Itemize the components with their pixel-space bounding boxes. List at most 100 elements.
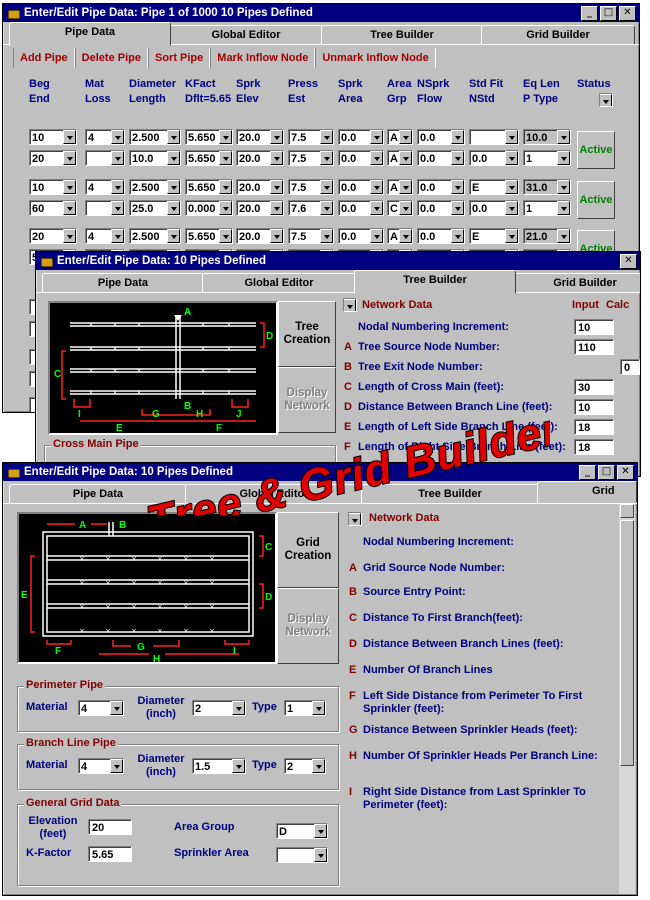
pipe-cell-select[interactable]: 20.0: [236, 200, 284, 216]
pipe-cell-select[interactable]: 7.5: [288, 150, 334, 166]
sprinkler-area-select[interactable]: [276, 847, 328, 863]
pipe-cell-select[interactable]: [85, 200, 125, 216]
perimeter-material-select[interactable]: 4: [78, 700, 124, 716]
status-active-button[interactable]: Active: [577, 131, 615, 169]
pipe-cell-select[interactable]: 5.650: [185, 228, 233, 244]
pipe-cell-select[interactable]: 0.000: [185, 200, 233, 216]
tab-global-editor[interactable]: Global Editor: [169, 25, 323, 45]
grid-creation-button[interactable]: Grid Creation: [277, 512, 339, 588]
branch-material-select[interactable]: 4: [78, 758, 124, 774]
pipe-cell-select[interactable]: 10.0: [523, 129, 571, 145]
pipe-cell-select[interactable]: A: [387, 150, 413, 166]
pipe-cell-select[interactable]: 2.500: [129, 179, 181, 195]
display-network-button[interactable]: Display Network: [278, 367, 336, 433]
vertical-scrollbar[interactable]: [619, 504, 635, 894]
display-network-button[interactable]: Display Network: [277, 588, 339, 664]
mark-inflow-node-button[interactable]: Mark Inflow Node: [210, 48, 316, 68]
pipe-cell-select[interactable]: 4: [85, 129, 125, 145]
title-bar[interactable]: Enter/Edit Pipe Data: 10 Pipes Defined ✕: [36, 252, 640, 270]
field-input[interactable]: 0: [620, 359, 640, 375]
pipe-cell-select[interactable]: 0.0: [338, 129, 384, 145]
pipe-cell-select[interactable]: C: [387, 200, 413, 216]
pipe-cell-select[interactable]: 7.5: [288, 179, 334, 195]
pipe-cell-select[interactable]: 7.6: [288, 200, 334, 216]
pipe-cell-select[interactable]: 20.0: [236, 129, 284, 145]
pipe-cell-select[interactable]: 0.0: [338, 200, 384, 216]
pipe-cell-select[interactable]: 5.650: [185, 150, 233, 166]
pipe-cell-select[interactable]: 2.500: [129, 228, 181, 244]
pipe-cell-select[interactable]: A: [387, 179, 413, 195]
minimize-button[interactable]: _: [579, 465, 596, 480]
field-input[interactable]: 30: [574, 379, 614, 395]
area-group-select[interactable]: D: [276, 823, 328, 839]
pipe-cell-select[interactable]: 10: [29, 129, 77, 145]
kfactor-input[interactable]: 5.65: [88, 846, 132, 862]
pipe-cell-select[interactable]: 0.0: [417, 179, 465, 195]
pipe-cell-select[interactable]: 25.0: [129, 200, 181, 216]
field-input[interactable]: 10: [574, 319, 614, 335]
title-bar[interactable]: Enter/Edit Pipe Data: Pipe 1 of 1000 10 …: [3, 4, 639, 22]
pipe-cell-select[interactable]: A: [387, 228, 413, 244]
pipe-cell-select[interactable]: 20.0: [236, 228, 284, 244]
pipe-cell-select[interactable]: 0.0: [338, 179, 384, 195]
pipe-cell-select[interactable]: 0.0: [417, 228, 465, 244]
scroll-thumb[interactable]: [620, 520, 634, 766]
pipe-cell-select[interactable]: 60: [29, 200, 77, 216]
pipe-cell-select[interactable]: 10.0: [129, 150, 181, 166]
pipe-cell-select[interactable]: 5.650: [185, 179, 233, 195]
pipe-cell-select[interactable]: 0.0: [417, 129, 465, 145]
delete-pipe-button[interactable]: Delete Pipe: [74, 48, 148, 68]
pipe-cell-select[interactable]: 5.650: [185, 129, 233, 145]
network-data-dropdown[interactable]: [343, 298, 357, 312]
minimize-button[interactable]: _: [581, 6, 598, 21]
pipe-cell-select[interactable]: 0.0: [417, 150, 465, 166]
add-pipe-button[interactable]: Add Pipe: [13, 48, 75, 68]
pipe-cell-select[interactable]: 2.500: [129, 129, 181, 145]
pipe-cell-select[interactable]: 20: [29, 228, 77, 244]
close-button[interactable]: ✕: [617, 465, 634, 480]
pipe-cell-select[interactable]: 0.0: [338, 150, 384, 166]
field-input[interactable]: 18: [574, 439, 614, 455]
pipe-cell-select[interactable]: [85, 150, 125, 166]
network-data-dropdown[interactable]: [348, 512, 362, 526]
tab-tree-builder[interactable]: Tree Builder: [361, 484, 539, 504]
tab-grid-builder[interactable]: Grid Builder: [481, 25, 635, 45]
pipe-cell-select[interactable]: 10: [29, 179, 77, 195]
unmark-inflow-node-button[interactable]: Unmark Inflow Node: [315, 48, 436, 68]
pipe-cell-select[interactable]: 31.0: [523, 179, 571, 195]
tab-grid-builder[interactable]: Grid: [537, 481, 637, 503]
title-bar[interactable]: Enter/Edit Pipe Data: 10 Pipes Defined _…: [3, 463, 637, 481]
pipe-cell-select[interactable]: 7.5: [288, 228, 334, 244]
pipe-cell-select[interactable]: E: [469, 179, 519, 195]
close-button[interactable]: ✕: [619, 6, 636, 21]
status-filter[interactable]: [599, 93, 613, 107]
pipe-cell-select[interactable]: [469, 129, 519, 145]
pipe-cell-select[interactable]: 7.5: [288, 129, 334, 145]
pipe-cell-select[interactable]: E: [469, 228, 519, 244]
pipe-cell-select[interactable]: 0.0: [469, 200, 519, 216]
pipe-cell-select[interactable]: 20: [29, 150, 77, 166]
tab-pipe-data[interactable]: Pipe Data: [9, 484, 187, 504]
maximize-button[interactable]: □: [598, 465, 615, 480]
maximize-button[interactable]: □: [600, 6, 617, 21]
tab-global-editor[interactable]: Global Editor: [202, 273, 356, 293]
pipe-cell-select[interactable]: 21.0: [523, 228, 571, 244]
field-input[interactable]: 10: [574, 399, 614, 415]
tab-global-editor[interactable]: Global Editor: [185, 484, 363, 504]
tab-grid-builder[interactable]: Grid Builder: [514, 273, 640, 293]
pipe-cell-select[interactable]: 20.0: [236, 179, 284, 195]
perimeter-type-select[interactable]: 1: [284, 700, 326, 716]
field-input[interactable]: 110: [574, 339, 614, 355]
pipe-cell-select[interactable]: 0.0: [417, 200, 465, 216]
elevation-input[interactable]: 20: [88, 819, 132, 835]
pipe-cell-select[interactable]: 1: [523, 200, 571, 216]
branch-type-select[interactable]: 2: [284, 758, 326, 774]
tab-tree-builder[interactable]: Tree Builder: [354, 270, 516, 294]
pipe-cell-select[interactable]: 0.0: [338, 228, 384, 244]
sort-pipe-button[interactable]: Sort Pipe: [147, 48, 211, 68]
tab-pipe-data[interactable]: Pipe Data: [9, 22, 171, 46]
pipe-cell-select[interactable]: A: [387, 129, 413, 145]
pipe-cell-select[interactable]: 4: [85, 179, 125, 195]
perimeter-diameter-select[interactable]: 2: [192, 700, 246, 716]
pipe-cell-select[interactable]: 1: [523, 150, 571, 166]
